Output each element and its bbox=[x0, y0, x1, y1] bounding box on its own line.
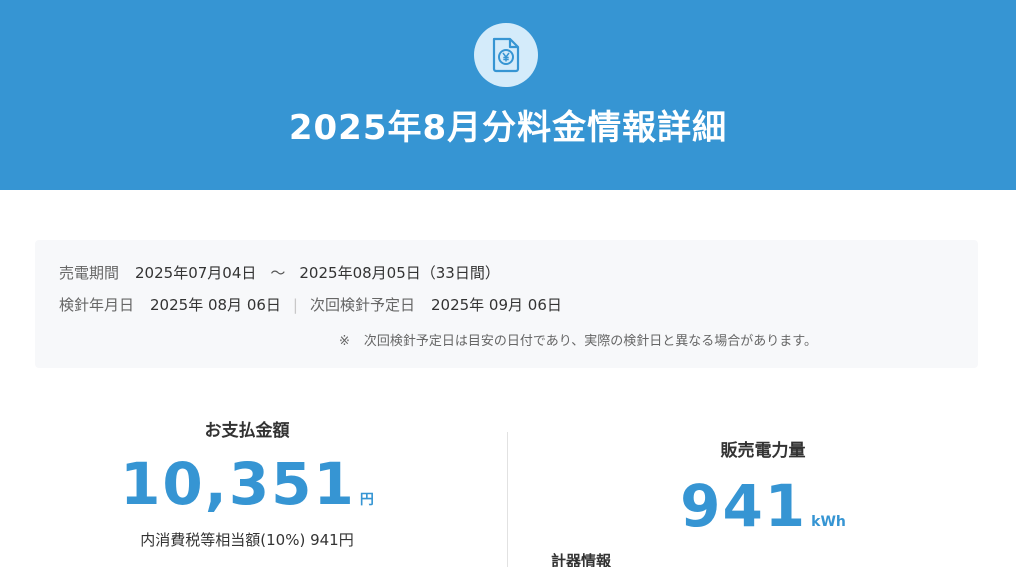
payment-amount-row: 10,351 円 bbox=[40, 455, 454, 513]
power-amount-row: 941 kWh bbox=[556, 477, 970, 535]
meter-info-title: 計器情報 bbox=[551, 552, 612, 567]
payment-amount: 10,351 bbox=[120, 450, 356, 518]
next-meter-date-label: 次回検針予定日 bbox=[309, 296, 415, 314]
meter-date-value: 2025年 08月 06日 bbox=[150, 296, 281, 314]
page-title: 2025年8月分料金情報詳細 bbox=[288, 108, 728, 148]
tax-amount: 内消費税等相当額(10%) 941円 bbox=[140, 531, 354, 549]
sale-period-label: 売電期間 bbox=[59, 264, 120, 282]
next-meter-note: ※ 次回検針予定日は目安の日付であり、実際の検針日と異なる場合があります。 bbox=[339, 330, 817, 349]
separator: | bbox=[292, 296, 298, 314]
note-mark: ※ bbox=[339, 334, 350, 349]
power-amount: 941 bbox=[680, 472, 808, 540]
note-text: 次回検針予定日は目安の日付であり、実際の検針日と異なる場合があります。 bbox=[363, 334, 817, 349]
sale-period-row: 売電期間 2025年07月04日〜 2025年08月05日（33日間） bbox=[59, 262, 500, 283]
sale-period-start: 2025年07月04日 bbox=[135, 264, 257, 282]
payment-section: お支払金額 10,351 円 内消費税等相当額(10%) 941円 bbox=[40, 416, 454, 550]
meter-date-row: 検針年月日 2025年 08月 06日 | 次回検針予定日 2025年 09月 06日 bbox=[59, 294, 562, 315]
meter-date-label: 検針年月日 bbox=[59, 296, 135, 314]
payment-label: お支払金額 bbox=[204, 421, 290, 441]
sale-period-end: 2025年08月05日（33日間） bbox=[299, 264, 500, 282]
yen-document-icon bbox=[474, 23, 538, 87]
period-tilde: 〜 bbox=[270, 264, 286, 282]
payment-unit: 円 bbox=[359, 492, 374, 508]
section-divider bbox=[507, 432, 508, 567]
next-meter-date-value: 2025年 09月 06日 bbox=[430, 296, 562, 314]
power-label: 販売電力量 bbox=[720, 441, 806, 461]
power-section: 販売電力量 941 kWh bbox=[556, 436, 970, 535]
page-header: 2025年8月分料金情報詳細 bbox=[0, 0, 1016, 190]
power-unit: kWh bbox=[811, 514, 846, 530]
billing-info-panel: 売電期間 2025年07月04日〜 2025年08月05日（33日間） 検針年月日 2… bbox=[35, 240, 978, 368]
